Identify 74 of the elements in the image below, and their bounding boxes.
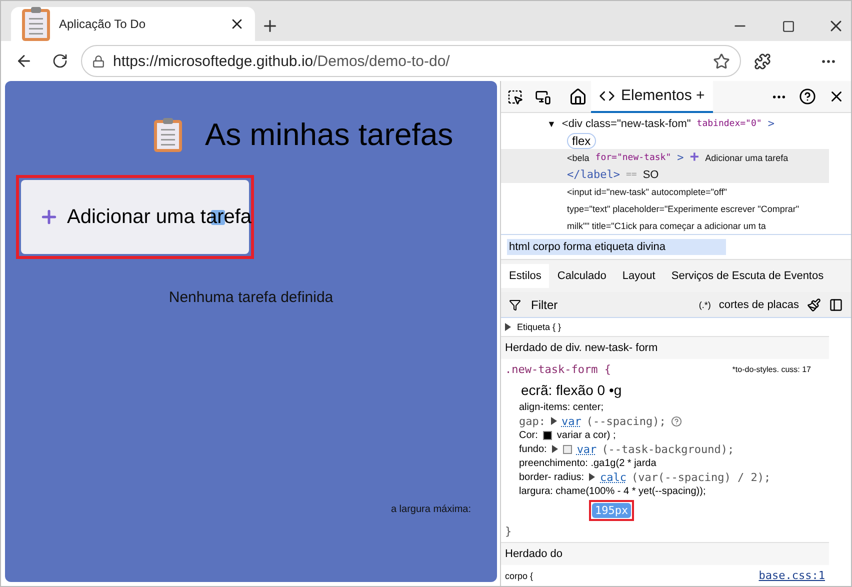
function-link[interactable]: calc (600, 470, 627, 484)
info-icon[interactable] (670, 416, 682, 426)
star-icon[interactable] (713, 52, 730, 70)
code-text: Adicionar uma tarefa (705, 152, 788, 162)
value-badge: 195px (592, 503, 632, 518)
help-icon[interactable] (799, 88, 816, 105)
css-selector: corpo { (505, 570, 534, 580)
code-text: > (768, 117, 774, 130)
inherited-header: Herdado do (501, 542, 829, 565)
declaration-text: largura: chame(100% - 4 * yet(--spacing)); (519, 486, 706, 496)
declaration-text: fundo: (519, 444, 547, 454)
breadcrumb[interactable]: html corpo forma etiqueta divina (507, 239, 726, 255)
color-swatch[interactable] (542, 430, 552, 440)
styles-tab[interactable]: Serviços de Escuta de Eventos (663, 264, 832, 288)
expand-triangle-icon[interactable] (550, 417, 556, 425)
code-text: milk"" title="C1ick para começar a adicionar um ta (567, 220, 766, 230)
styles-tab[interactable]: Layout (614, 264, 664, 288)
max-width-label: a largura máxima: (390, 504, 471, 515)
expand-triangle-icon[interactable] (589, 473, 596, 481)
code-text: > (677, 151, 684, 164)
code-text: type="text" placeholder="Experimente escrever "Comprar" (567, 204, 800, 214)
sidebar-icon[interactable] (829, 298, 843, 312)
code-text: tabindex="0" (696, 118, 762, 128)
declaration-text: (var(--spacing) / 2); (632, 470, 771, 484)
css-selector: .new-task-form { (505, 363, 611, 376)
refresh-icon[interactable] (52, 53, 68, 69)
declaration-text: (--spacing); (586, 414, 666, 428)
empty-message: Nenhuma tarefa definida (168, 289, 334, 306)
plus-icon[interactable] (261, 17, 279, 35)
address-bar[interactable]: https://microsoftedge.github.io/Demos/demo-to-do/ (81, 45, 741, 77)
code-text: <input id="new-task" autocomplete="off" (567, 186, 727, 196)
function-link[interactable]: var (562, 414, 582, 428)
expand-arrow[interactable]: ▼ (547, 118, 556, 128)
inherited-header: Herdado de div. new-task- form (501, 336, 829, 359)
lock-icon (92, 54, 105, 68)
page-heading: As minhas tarefas (205, 117, 454, 153)
code-text: == (626, 170, 637, 180)
declaration-text: preenchimento: .ga1g(2 * jarda (519, 458, 656, 468)
declaration-text: ecrã: flexão 0 •g (521, 382, 622, 398)
browser-tab[interactable]: Aplicação To Do (11, 7, 255, 41)
styles-tab[interactable]: Estilos (501, 264, 550, 288)
styles-tab[interactable]: Calculado (549, 264, 614, 288)
declaration-text: align-items: center; (519, 402, 604, 412)
filter-options[interactable]: cortes de placas (718, 298, 799, 310)
declaration-text: gap: (519, 414, 546, 428)
filter-field[interactable]: Filter (509, 298, 691, 312)
tab-title: Aplicação To Do (59, 17, 146, 31)
clipboard-icon (153, 117, 183, 153)
paintbrush-icon[interactable] (807, 298, 821, 312)
source-link[interactable]: base.css:1 (758, 569, 825, 582)
declaration-text: Cor: (519, 430, 538, 440)
code-text: <bela (567, 152, 590, 162)
source-link[interactable]: *to-do-styles. cuss: 17 (732, 365, 825, 374)
declaration-text: variar a cor) ; (556, 430, 616, 440)
code-text: for="new-task" (595, 152, 672, 162)
puzzle-icon[interactable] (754, 52, 770, 70)
home-icon[interactable] (569, 88, 587, 106)
maximize-icon[interactable] (782, 20, 794, 32)
code-text: <div class="new-task-fom" (562, 118, 691, 130)
collapsed-rule[interactable]: Etiqueta { } (517, 322, 562, 332)
plus-text: + (690, 148, 700, 166)
device-icon[interactable] (535, 88, 551, 104)
code-text: </label> (567, 168, 620, 181)
devtools-tab[interactable]: Elementos + (591, 80, 713, 112)
color-swatch[interactable] (562, 444, 572, 454)
css-brace: } (505, 525, 512, 538)
inspect-icon[interactable] (507, 88, 523, 104)
code-text: SO (642, 168, 659, 180)
declaration-text: (--task-background); (602, 442, 734, 456)
url-text: https://microsoftedge.github.io/Demos/demo-to-do/ (113, 52, 451, 70)
function-link[interactable]: var (576, 442, 597, 456)
declaration-text: border- radius: (519, 472, 584, 482)
regex-toggle[interactable]: (.*) (698, 300, 711, 310)
filter-icon (509, 298, 521, 310)
